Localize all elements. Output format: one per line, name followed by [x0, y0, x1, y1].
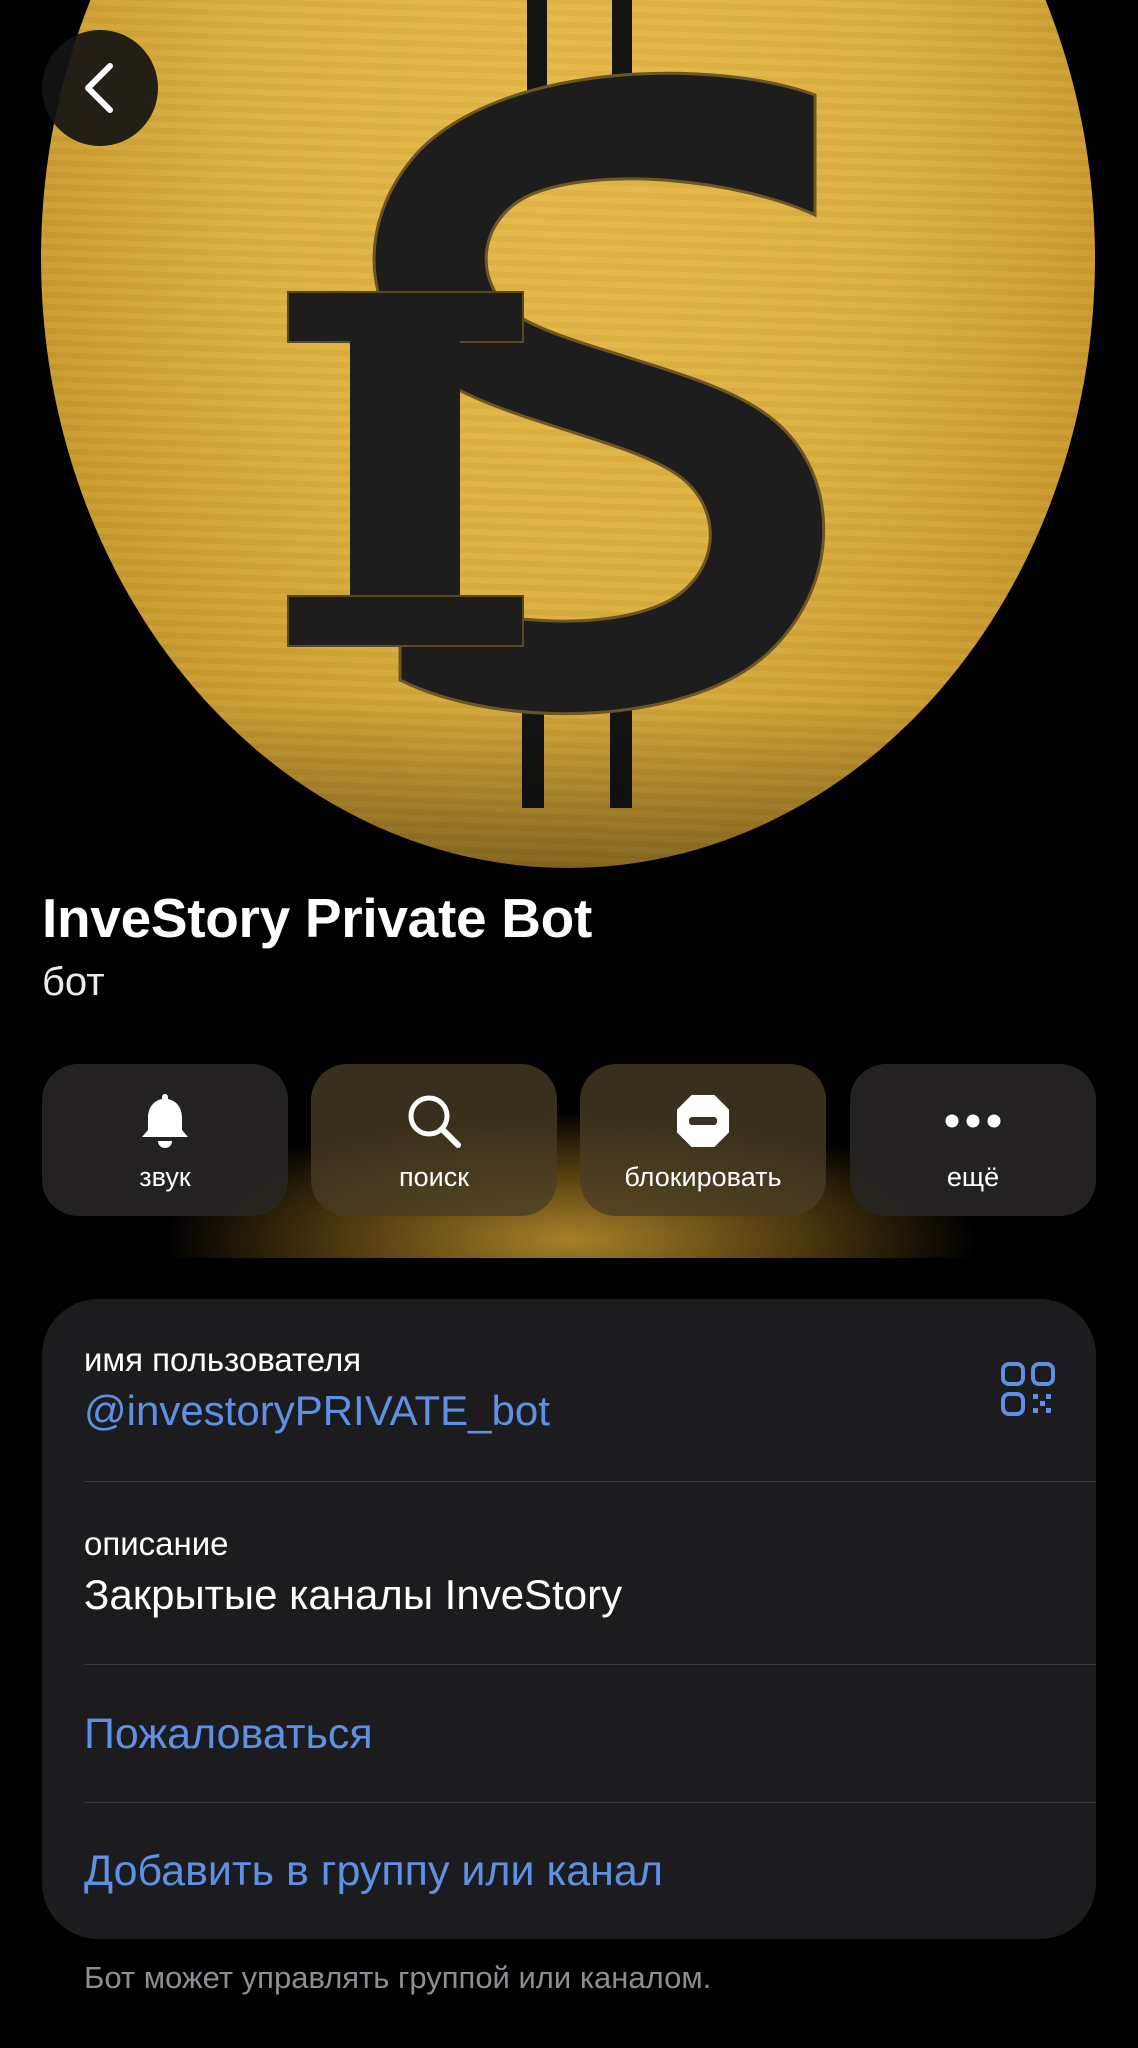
profile-status: бот: [42, 960, 105, 1004]
block-label: блокировать: [624, 1162, 782, 1192]
qr-code-button[interactable]: [1000, 1361, 1056, 1417]
back-button[interactable]: [42, 30, 158, 146]
mute-label: звук: [139, 1162, 191, 1192]
more-icon: [944, 1090, 1002, 1152]
mute-button[interactable]: звук: [42, 1064, 288, 1216]
description-value: Закрытые каналы InveStory: [84, 1571, 623, 1618]
report-row[interactable]: Пожаловаться: [84, 1665, 1054, 1803]
search-label: поиск: [398, 1162, 470, 1192]
footer-note: Бот может управлять группой или каналом.: [84, 1960, 712, 1995]
block-button[interactable]: блокировать: [580, 1064, 826, 1216]
add-to-group-link[interactable]: Добавить в группу или канал: [84, 1847, 663, 1896]
profile-header: InveStory Private Bot бот звук поиск бло…: [0, 0, 1138, 1258]
action-bar: звук поиск блокировать ещё: [42, 1064, 1096, 1216]
search-icon: [405, 1090, 463, 1152]
description-row[interactable]: описание Закрытые каналы InveStory: [84, 1525, 1054, 1665]
add-to-group-row[interactable]: Добавить в группу или канал: [84, 1803, 1054, 1939]
avatar-logo: [287, 0, 826, 808]
description-caption: описание: [84, 1525, 229, 1562]
more-label: ещё: [946, 1162, 1000, 1192]
username-caption: имя пользователя: [84, 1341, 362, 1378]
report-link[interactable]: Пожаловаться: [84, 1710, 373, 1759]
more-button[interactable]: ещё: [850, 1064, 1096, 1216]
chevron-left-icon: [85, 63, 113, 113]
bell-icon: [139, 1090, 191, 1152]
qr-code-icon: [1001, 1362, 1055, 1416]
info-card: имя пользователя @investoryPRIVATE_bot о…: [42, 1299, 1096, 1939]
username-value[interactable]: @investoryPRIVATE_bot: [84, 1387, 1054, 1435]
block-icon: [675, 1090, 731, 1152]
username-row[interactable]: имя пользователя @investoryPRIVATE_bot: [84, 1341, 1054, 1481]
profile-name: InveStory Private Bot: [42, 887, 592, 949]
search-button[interactable]: поиск: [311, 1064, 557, 1216]
divider: [84, 1481, 1096, 1482]
